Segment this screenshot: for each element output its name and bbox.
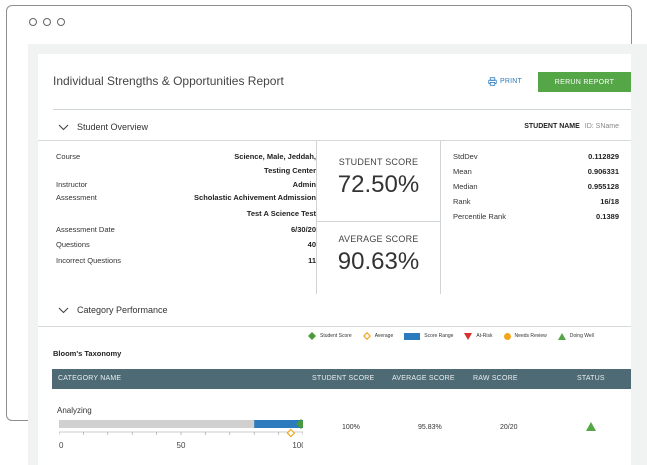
category-divider — [38, 326, 631, 327]
rerun-report-button[interactable]: RERUN REPORT — [538, 72, 631, 92]
score-range-bar — [254, 420, 303, 428]
average-score-label: AVERAGE SCORE — [338, 234, 419, 244]
legend-needs-review: Needs Review — [503, 332, 547, 340]
student-score-label: STUDENT SCORE — [338, 157, 419, 167]
window-control-maximize[interactable] — [57, 18, 65, 26]
student-overview-title: Student Overview — [77, 122, 149, 132]
category-name: Analyzing — [57, 406, 92, 415]
column-header-category-name[interactable]: CATEGORY NAME — [58, 375, 121, 382]
stat-label: StdDev — [453, 152, 478, 161]
stat-label: Median — [453, 182, 478, 191]
incorrect-questions-label: Incorrect Questions — [56, 256, 122, 265]
print-label: PRINT — [500, 78, 522, 85]
stat-value: 0.1389 — [596, 212, 619, 221]
assessment-date-label: Assessment Date — [56, 225, 115, 234]
course-value-cont: Testing Center — [264, 166, 316, 175]
report-title: Individual Strengths & Opportunities Rep… — [53, 74, 284, 88]
assessment-label: Assessment — [56, 193, 97, 202]
average-score-block: AVERAGE SCORE 90.63% — [317, 234, 440, 276]
legend-average: Average — [362, 332, 394, 340]
course-label: Course — [56, 152, 81, 161]
assessment-value: Scholastic Achivement Admission — [194, 193, 316, 202]
student-name: STUDENT NAME ID: SName — [524, 123, 619, 130]
category-performance-header[interactable]: Category Performance — [38, 294, 631, 326]
axis-tick-label: 100 — [292, 441, 303, 450]
questions-label: Questions — [56, 240, 90, 249]
triangle-down-icon — [464, 332, 473, 340]
category-performance-title: Category Performance — [77, 305, 168, 315]
average-score-value: 90.63% — [337, 248, 420, 275]
average-marker — [286, 428, 296, 438]
circle-icon — [503, 332, 511, 340]
incorrect-questions-value: 11 — [308, 256, 316, 265]
triangle-up-icon — [557, 332, 566, 340]
questions-value: 40 — [307, 240, 316, 249]
score-divider — [317, 221, 440, 222]
stat-label: Rank — [453, 197, 471, 206]
legend-student-score: Student Score — [308, 332, 352, 340]
title-divider — [53, 109, 631, 110]
stat-label: Mean — [453, 167, 472, 176]
stat-label: Percentile Rank — [453, 212, 506, 221]
legend-label: Doing Well — [569, 333, 594, 339]
instructor-label: Instructor — [56, 180, 88, 189]
print-button[interactable]: PRINT — [488, 77, 522, 86]
legend-at-risk: At-Risk — [464, 332, 493, 340]
legend: Student Score Average Score Range At-Ris… — [308, 332, 600, 340]
row-status — [586, 422, 596, 433]
diamond-icon — [308, 332, 316, 340]
course-value: Science, Male, Jeddah, — [234, 152, 316, 161]
instructor-value: Admin — [292, 180, 316, 189]
row-raw-score: 20/20 — [500, 424, 518, 431]
column-header-student-score[interactable]: STUDENT SCORE — [312, 375, 374, 382]
legend-label: Score Range — [424, 333, 454, 339]
column-header-raw-score[interactable]: RAW SCORE — [473, 375, 518, 382]
window-control-close[interactable] — [29, 18, 37, 26]
column-header-average-score[interactable]: AVERAGE SCORE — [392, 375, 455, 382]
chevron-down-icon[interactable] — [58, 124, 69, 131]
legend-score-range: Score Range — [404, 332, 454, 340]
assessment-date-value: 6/30/20 — [290, 225, 316, 234]
student-score-block: STUDENT SCORE 72.50% — [317, 157, 440, 199]
stat-value: 0.112829 — [588, 152, 619, 161]
table-header: CATEGORY NAME STUDENT SCORE AVERAGE SCOR… — [52, 369, 631, 389]
stat-value: 0.906331 — [587, 167, 619, 176]
printer-icon — [488, 77, 497, 86]
legend-label: At-Risk — [476, 333, 493, 339]
legend-label: Student Score — [320, 333, 352, 339]
stat-value: 16/18 — [600, 197, 619, 206]
legend-label: Average — [374, 333, 394, 339]
row-student-score: 100% — [342, 424, 360, 431]
assessment-value-cont: Test A Science Test — [246, 209, 316, 218]
report-panel: Individual Strengths & Opportunities Rep… — [28, 44, 647, 465]
student-name-label: STUDENT NAME — [524, 123, 580, 130]
window-control-minimize[interactable] — [43, 18, 51, 26]
range-bar-icon — [404, 332, 421, 340]
legend-doing-well: Doing Well — [557, 332, 594, 340]
column-header-status[interactable]: STATUS — [577, 375, 605, 382]
diamond-outline-icon — [362, 332, 371, 340]
doing-well-icon — [586, 422, 596, 431]
student-score-value: 72.50% — [337, 171, 420, 198]
student-name-value: ID: SName — [584, 123, 619, 130]
category-performance-section: Category Performance Student Score Avera… — [38, 294, 631, 465]
taxonomy-label: Bloom's Taxonomy — [53, 349, 122, 358]
score-summary: STUDENT SCORE 72.50% AVERAGE SCORE 90.63… — [316, 141, 441, 307]
axis-tick-label: 50 — [177, 441, 186, 450]
chevron-down-icon[interactable] — [58, 307, 69, 314]
row-average-score: 95.83% — [418, 424, 442, 431]
window-controls — [29, 18, 65, 26]
axis-tick-label: 0 — [59, 441, 64, 450]
stat-value: 0.955128 — [587, 182, 619, 191]
score-range-chart: 0 50 100 — [58, 417, 306, 452]
legend-label: Needs Review — [514, 333, 547, 339]
